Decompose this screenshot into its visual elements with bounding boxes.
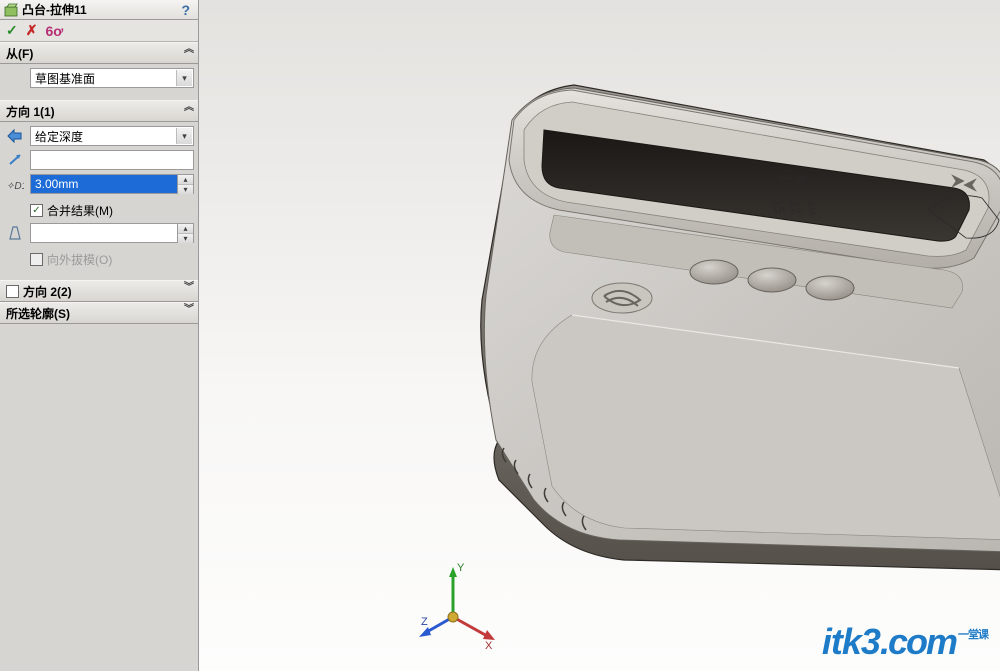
from-start-value: 草图基准面 bbox=[35, 70, 95, 87]
ok-button[interactable]: ✓ bbox=[6, 22, 18, 39]
section-dir2-header[interactable]: 方向 2(2) ︾ ◦⎯ bbox=[0, 280, 198, 302]
cancel-button[interactable]: ✗ bbox=[26, 22, 38, 39]
merge-result-checkbox[interactable]: ✓ bbox=[30, 204, 43, 217]
direction-reference-icon[interactable] bbox=[4, 150, 26, 170]
section-from-header[interactable]: 从(F) ︽ bbox=[0, 42, 198, 64]
dropdown-arrow-icon: ▾ bbox=[176, 128, 192, 144]
depth-spin-down[interactable]: ▾ bbox=[178, 185, 193, 194]
section-dir1-header[interactable]: 方向 1(1) ︽ bbox=[0, 100, 198, 122]
draft-angle-input[interactable] bbox=[30, 223, 178, 243]
section-contours-header[interactable]: 所选轮廓(S) ︾ bbox=[0, 302, 198, 324]
draft-spin-up[interactable]: ▴ bbox=[178, 224, 193, 234]
section-dir2-label: 方向 2(2) bbox=[23, 283, 72, 300]
draft-outward-label: 向外拔模(O) bbox=[47, 251, 112, 268]
depth-input[interactable]: 3.00mm bbox=[30, 174, 178, 194]
axis-z-label: Z bbox=[421, 616, 428, 628]
watermark-brand: itk3 bbox=[822, 621, 880, 663]
watermark-logo: itk3.com 一堂课 bbox=[822, 621, 988, 663]
section-dir1-body: 给定深度 ▾ ✧D1 3.00mm ▴ ▾ bbox=[0, 122, 198, 280]
extrude-boss-icon bbox=[4, 3, 18, 17]
section-contours-label: 所选轮廓(S) bbox=[6, 305, 70, 322]
merge-result-label: 合并结果(M) bbox=[47, 202, 113, 219]
section-from-label: 从(F) bbox=[6, 45, 33, 62]
depth-spin-up[interactable]: ▴ bbox=[178, 175, 193, 185]
watermark-tld: .com bbox=[880, 621, 956, 663]
draft-spin-down[interactable]: ▾ bbox=[178, 234, 193, 243]
collapse-icon: ︽ bbox=[184, 104, 194, 111]
confirm-toolbar: ✓ ✗ 6ơ bbox=[0, 20, 198, 42]
detailed-preview-button[interactable]: 6ơ bbox=[45, 23, 63, 39]
direction-reference-input[interactable] bbox=[30, 150, 194, 170]
axis-x-label: X bbox=[485, 640, 493, 649]
graphics-viewport[interactable]: 10 22 15 R8 R2 Y X Z itk3.com bbox=[199, 0, 1000, 671]
help-button[interactable]: ? bbox=[177, 2, 194, 18]
draft-angle-button[interactable] bbox=[4, 223, 26, 243]
dir2-enable-checkbox[interactable] bbox=[6, 285, 19, 298]
watermark-tagline: 一堂课 bbox=[958, 630, 988, 641]
section-dir1-label: 方向 1(1) bbox=[6, 103, 55, 120]
orientation-triad[interactable]: Y X Z bbox=[419, 559, 499, 649]
end-condition-select[interactable]: 给定深度 ▾ bbox=[30, 126, 194, 146]
model-geometry bbox=[454, 60, 1000, 590]
depth-icon: ✧D1 bbox=[4, 174, 26, 194]
section-from-body: 草图基准面 ▾ bbox=[0, 64, 198, 100]
dropdown-arrow-icon: ▾ bbox=[176, 70, 192, 86]
expand-icon: ︾ bbox=[184, 306, 194, 313]
feature-title: 凸台-拉伸11 bbox=[22, 1, 87, 18]
reverse-direction-button[interactable] bbox=[4, 126, 26, 146]
draft-outward-checkbox bbox=[30, 253, 43, 266]
depth-value: 3.00mm bbox=[35, 177, 78, 191]
collapse-icon: ︽ bbox=[184, 46, 194, 53]
axis-y-label: Y bbox=[457, 562, 465, 574]
from-start-select[interactable]: 草图基准面 ▾ bbox=[30, 68, 194, 88]
expand-icon: ︾ bbox=[184, 284, 194, 291]
feature-titlebar: 凸台-拉伸11 ? bbox=[0, 0, 198, 20]
end-condition-value: 给定深度 bbox=[35, 128, 83, 145]
property-manager-panel: 凸台-拉伸11 ? ✓ ✗ 6ơ 从(F) ︽ 草图基准面 ▾ 方向 1(1) … bbox=[0, 0, 199, 671]
svg-text:✧D1: ✧D1 bbox=[6, 181, 24, 191]
